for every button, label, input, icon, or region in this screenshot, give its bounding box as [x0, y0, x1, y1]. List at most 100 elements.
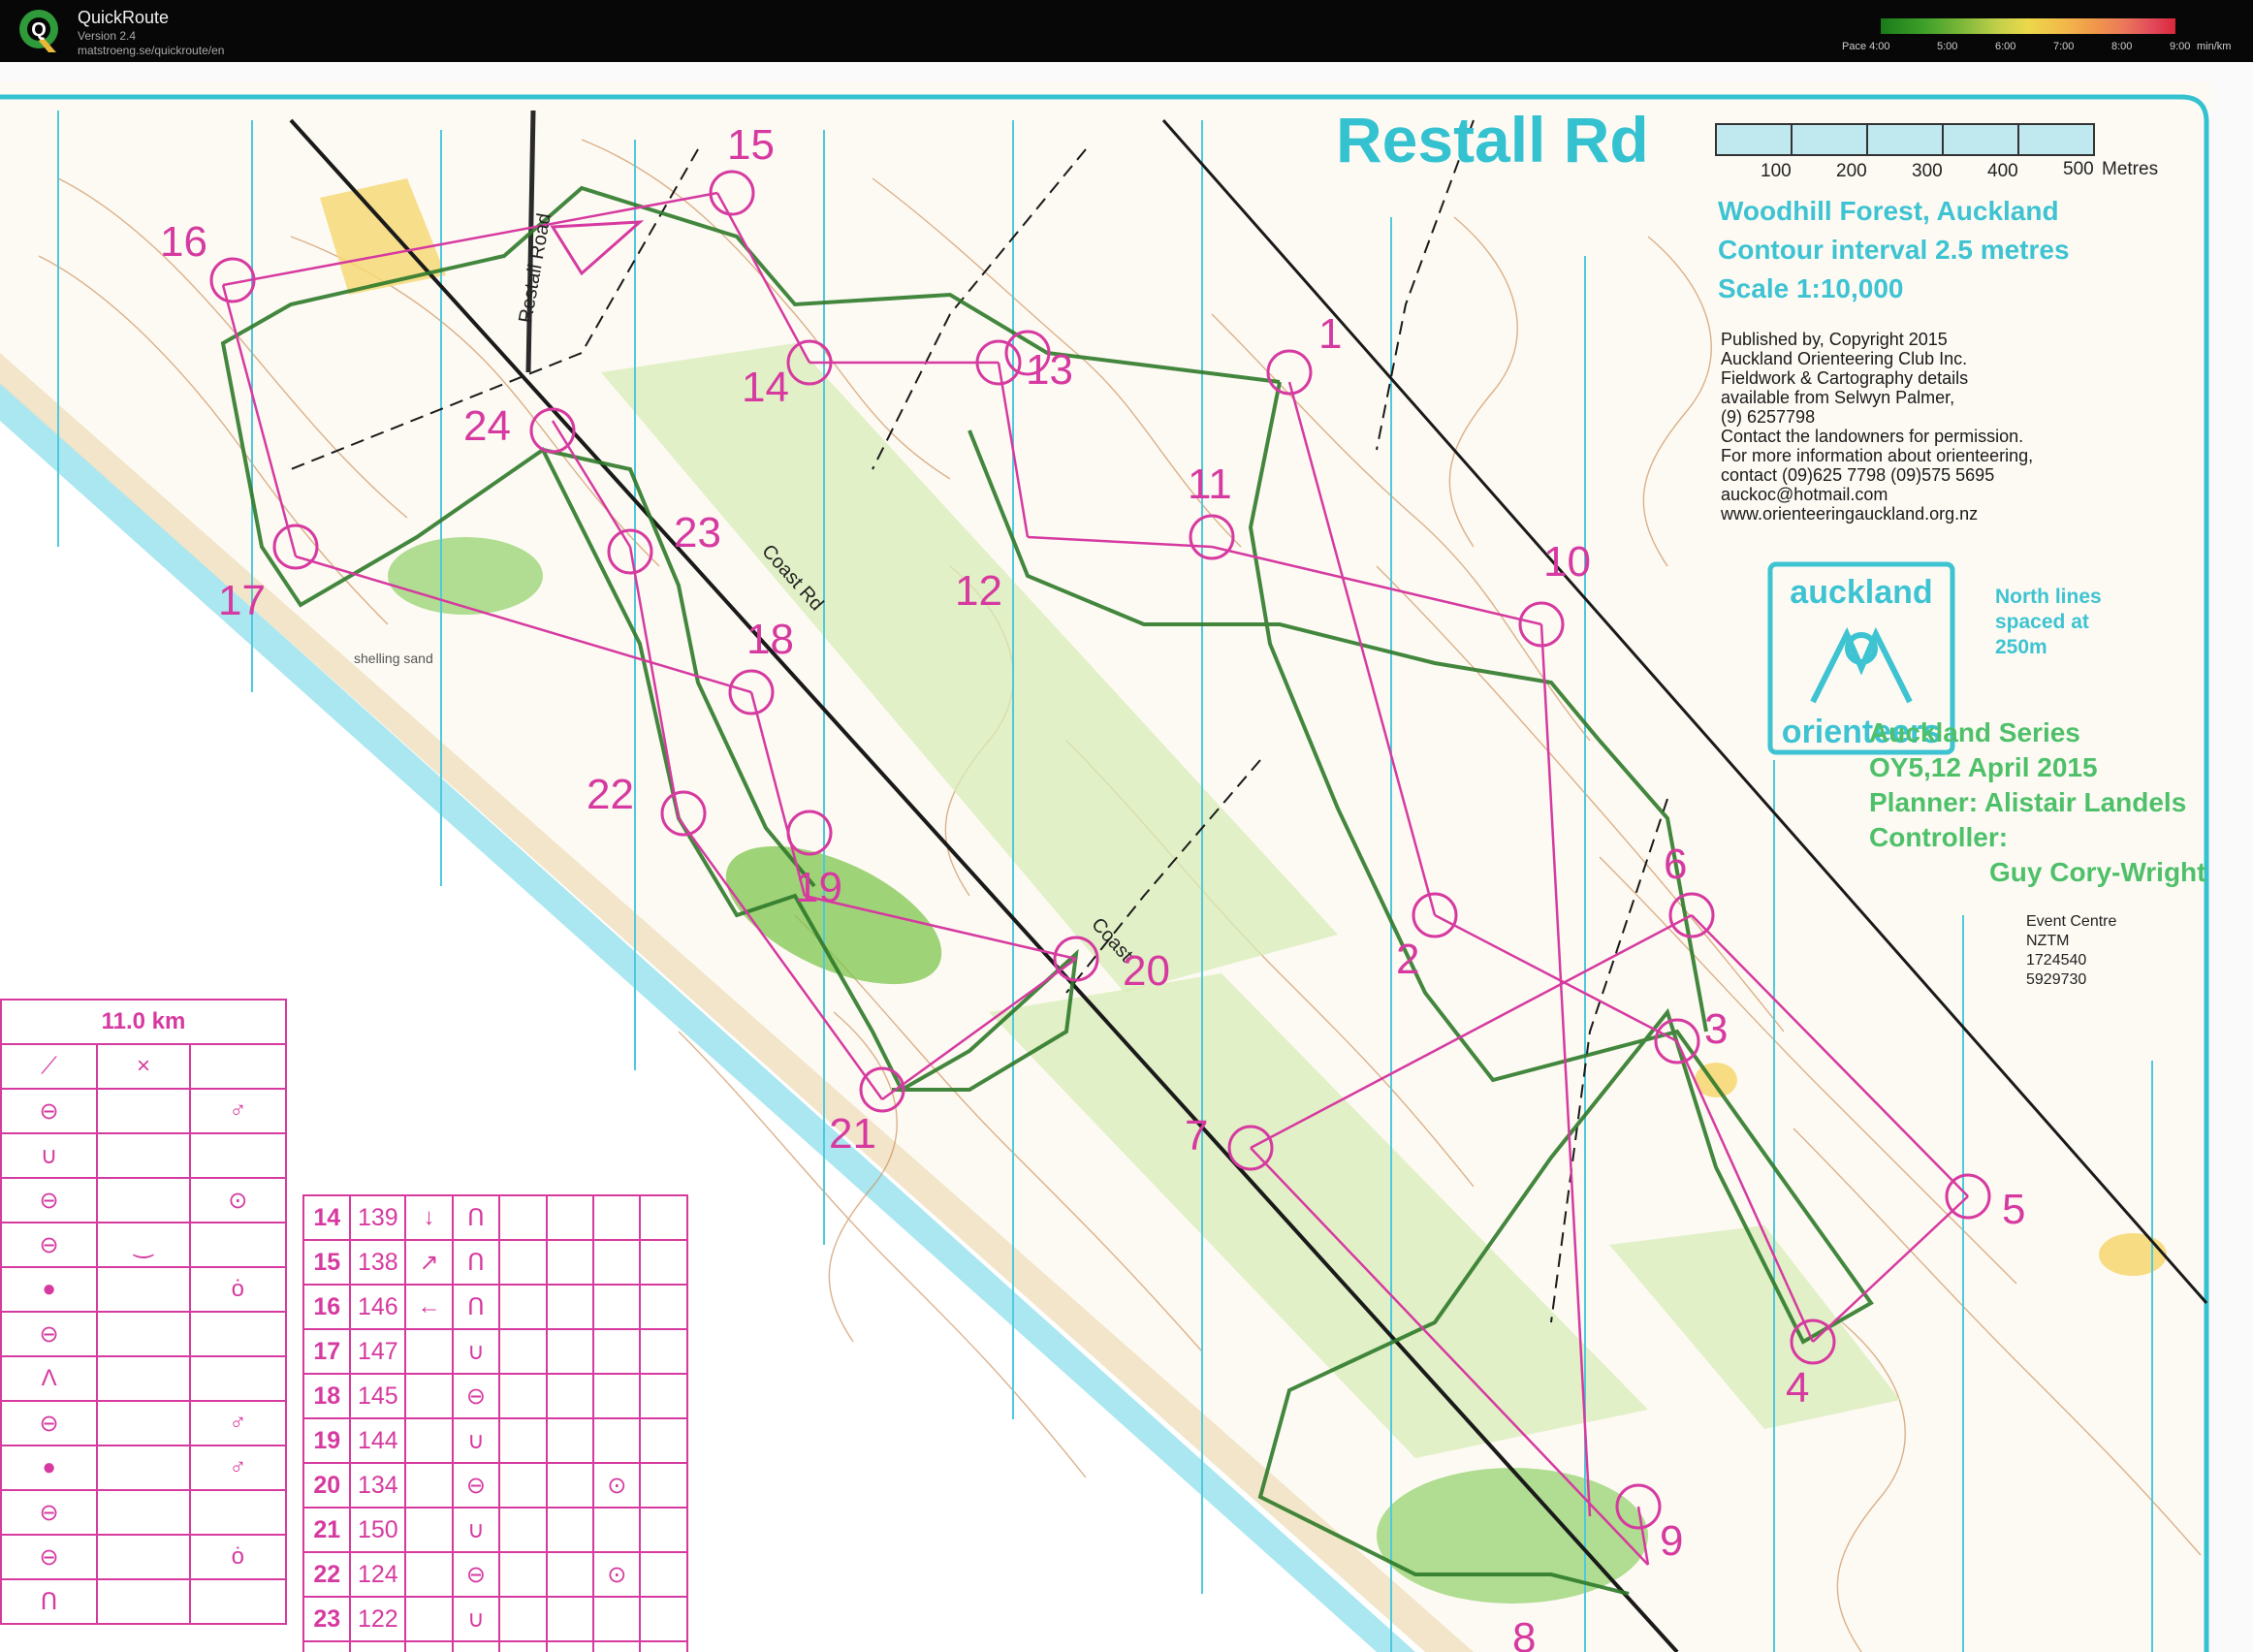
control-code: 138 [349, 1239, 407, 1286]
desc-row: 14 139 ↓ Ո [301, 1194, 688, 1241]
map-canvas[interactable]: 1 2 3 4 5 6 7 8 9 10 11 12 13 14 15 16 1… [0, 62, 2253, 1652]
desc-row: 20 134 ⊖ ⊙ [301, 1462, 688, 1509]
desc-row: 21 150 ∪ [301, 1507, 688, 1553]
desc-symbol [188, 1578, 288, 1625]
desc-symbol [498, 1284, 548, 1330]
publisher-line: Fieldwork & Cartography details [1721, 368, 1969, 388]
desc-row: 19 144 ∪ [301, 1417, 688, 1464]
desc-symbol: ⊖ [0, 1088, 99, 1134]
desc-row: ⊖ [0, 1311, 288, 1357]
control-no: 17 [301, 1328, 352, 1375]
control-no: 21 [301, 1507, 352, 1553]
control-number: 2 [1396, 936, 1419, 983]
desc-row: 16 146 ← Ո [301, 1284, 688, 1330]
desc-symbol [404, 1373, 454, 1419]
control-number: 15 [727, 121, 775, 169]
desc-symbol: ∪ [451, 1328, 501, 1375]
control-code: 150 [349, 1507, 407, 1553]
desc-symbol [404, 1551, 454, 1598]
desc-symbol [545, 1551, 595, 1598]
desc-symbol [545, 1417, 595, 1464]
desc-symbol [592, 1507, 642, 1553]
desc-symbol [96, 1132, 191, 1179]
control-code: 124 [349, 1551, 407, 1598]
desc-symbol: ⊖ [451, 1373, 501, 1419]
desc-symbol: ⊙ [592, 1551, 642, 1598]
desc-symbol: ‿ [96, 1222, 191, 1268]
control-number: 10 [1543, 538, 1591, 586]
desc-symbol [545, 1328, 595, 1375]
desc-symbol [545, 1373, 595, 1419]
desc-symbol: ȯ [188, 1534, 288, 1580]
north-lines-note: spaced at [1995, 611, 2089, 633]
event-line: Controller: [1869, 822, 2009, 852]
desc-symbol: ⊖ [451, 1551, 501, 1598]
desc-symbol [639, 1284, 688, 1330]
publisher-line: Published by, Copyright 2015 [1721, 330, 1948, 349]
control-number: 9 [1660, 1517, 1683, 1565]
desc-symbol: Λ [0, 1355, 99, 1402]
desc-symbol: ⊖ [0, 1489, 99, 1536]
control-number: 12 [955, 567, 1002, 615]
desc-symbol [592, 1239, 642, 1286]
desc-symbol [404, 1640, 454, 1652]
control-code: 146 [349, 1284, 407, 1330]
desc-symbol [639, 1640, 688, 1652]
desc-symbol [498, 1640, 548, 1652]
event-line: Guy Cory-Wright [1989, 857, 2206, 887]
desc-symbol [639, 1239, 688, 1286]
pace-label-5: 5:00 [1937, 41, 1958, 52]
scale-label: 300 [1912, 161, 1943, 181]
desc-symbol [545, 1596, 595, 1642]
desc-row: ● ♂ [0, 1445, 288, 1491]
publisher-line: auckoc@hotmail.com [1721, 485, 1888, 504]
app-title: QuickRoute [78, 8, 170, 27]
desc-symbol: ● [0, 1445, 99, 1491]
desc-symbol [498, 1462, 548, 1509]
terrain-label-shelling-sand: shelling sand [354, 651, 433, 666]
pace-label-7: 7:00 [2053, 41, 2075, 52]
location-line: Contour interval 2.5 metres [1718, 235, 2070, 265]
desc-row: 18 145 ⊖ [301, 1373, 688, 1419]
desc-symbol: ∪ [451, 1507, 501, 1553]
control-no: 24 [301, 1640, 352, 1652]
control-code: 139 [349, 1194, 407, 1241]
desc-symbol: ∪ [451, 1596, 501, 1642]
course-distance: 11.0 km [0, 999, 287, 1045]
desc-symbol [498, 1507, 548, 1553]
control-descriptions-left: 11.0 km ⟋ × ⊖ ♂ ∪ ⊖ ⊙ ⊖ ‿ ● ȯ ⊖ Λ ⊖ ♂ ● ♂ ⊖ ⊖ ȯ… [0, 999, 288, 1625]
desc-symbol [498, 1551, 548, 1598]
desc-symbol [96, 1445, 191, 1491]
desc-row: ⊖ ⊙ [0, 1177, 288, 1223]
desc-symbol: ȯ [188, 1266, 288, 1313]
control-code: 120 [349, 1640, 407, 1652]
desc-row: ⟋ × [0, 1043, 288, 1090]
desc-symbol [498, 1194, 548, 1241]
desc-symbol [498, 1596, 548, 1642]
control-number: 6 [1664, 841, 1687, 888]
control-number: 11 [1188, 461, 1232, 508]
publisher-line: www.orienteeringauckland.org.nz [1721, 504, 1979, 524]
desc-row: ∪ [0, 1132, 288, 1179]
desc-symbol: ♂ [188, 1445, 288, 1491]
control-number: 16 [160, 218, 207, 266]
control-code: 122 [349, 1596, 407, 1642]
publisher-line: For more information about orienteering, [1721, 446, 2034, 465]
app-url[interactable]: matstroeng.se/quickroute/en [78, 44, 224, 57]
desc-symbol [96, 1311, 191, 1357]
desc-row: 17 147 ∪ [301, 1328, 688, 1375]
desc-symbol: ∪ [0, 1132, 99, 1179]
control-descriptions-right: 14 139 ↓ Ո 15 138 ↗ Ո 16 146 ← Ո 17 147 … [301, 1194, 688, 1652]
desc-symbol [188, 1489, 288, 1536]
control-number: 8 [1512, 1614, 1536, 1652]
desc-symbol: ⊙ [188, 1177, 288, 1223]
desc-symbol [96, 1266, 191, 1313]
scale-label: 400 [1987, 161, 2018, 181]
control-code: 144 [349, 1417, 407, 1464]
desc-symbol [639, 1373, 688, 1419]
event-centre-line: NZTM [2026, 933, 2070, 949]
desc-symbol [498, 1373, 548, 1419]
desc-symbol [188, 1043, 288, 1090]
logo-letter: Q [31, 19, 47, 41]
scale-label: 500 [2063, 159, 2094, 179]
